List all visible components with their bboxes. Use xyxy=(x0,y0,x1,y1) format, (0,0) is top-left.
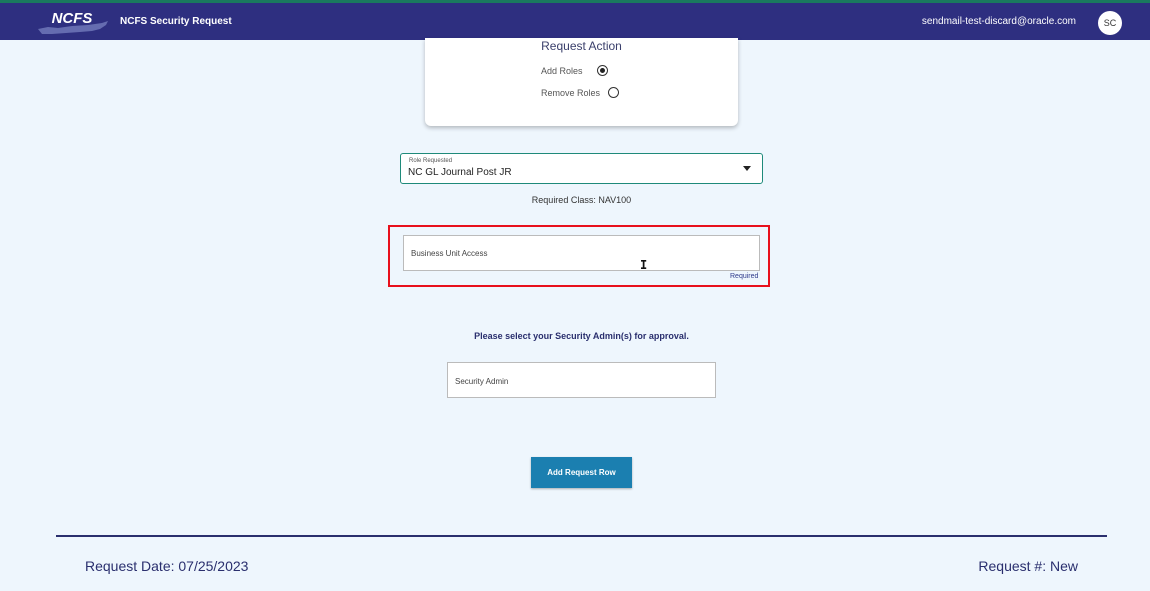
add-roles-option[interactable]: Add Roles xyxy=(541,65,608,76)
required-class-text: Required Class: NAV100 xyxy=(531,195,632,205)
user-email: sendmail-test-discard@oracle.com xyxy=(921,16,1076,27)
logo-text: NCFS xyxy=(52,10,93,27)
add-roles-label: Add Roles xyxy=(541,65,583,76)
required-note: Required xyxy=(730,273,759,280)
add-roles-radio[interactable] xyxy=(596,65,608,76)
business-unit-access-input[interactable]: Business Unit Access xyxy=(403,235,760,271)
request-number: Request #: New xyxy=(978,558,1078,574)
security-admin-placeholder: Security Admin xyxy=(455,377,509,386)
approval-prompt: Please select your Security Admin(s) for… xyxy=(474,331,689,341)
footer-divider xyxy=(56,535,1107,537)
top-bar: NCFS NCFS Security Request sendmail-test… xyxy=(0,0,1150,40)
app-title: NCFS Security Request xyxy=(120,16,232,27)
remove-roles-label: Remove Roles xyxy=(541,87,601,98)
business-unit-access-placeholder: Business Unit Access xyxy=(411,249,488,258)
add-request-row-button[interactable]: Add Request Row xyxy=(531,457,632,488)
ncfs-logo[interactable]: NCFS xyxy=(36,7,110,37)
role-requested-label: Role Requested xyxy=(409,158,453,164)
role-requested-select[interactable]: Role Requested NC GL Journal Post JR xyxy=(400,153,763,184)
role-requested-value: NC GL Journal Post JR xyxy=(408,167,512,178)
avatar[interactable]: SC xyxy=(1098,11,1122,35)
security-admin-input[interactable]: Security Admin xyxy=(447,362,716,398)
avatar-initials: SC xyxy=(1103,18,1117,28)
request-action-title: Request Action xyxy=(541,39,622,53)
request-action-card: Request Action Add Roles Remove Roles xyxy=(425,38,738,126)
remove-roles-radio[interactable] xyxy=(608,87,620,98)
request-date: Request Date: 07/25/2023 xyxy=(85,558,249,574)
text-cursor-icon: I xyxy=(640,258,648,272)
chevron-down-icon[interactable] xyxy=(743,166,751,171)
remove-roles-option[interactable]: Remove Roles xyxy=(541,87,620,98)
